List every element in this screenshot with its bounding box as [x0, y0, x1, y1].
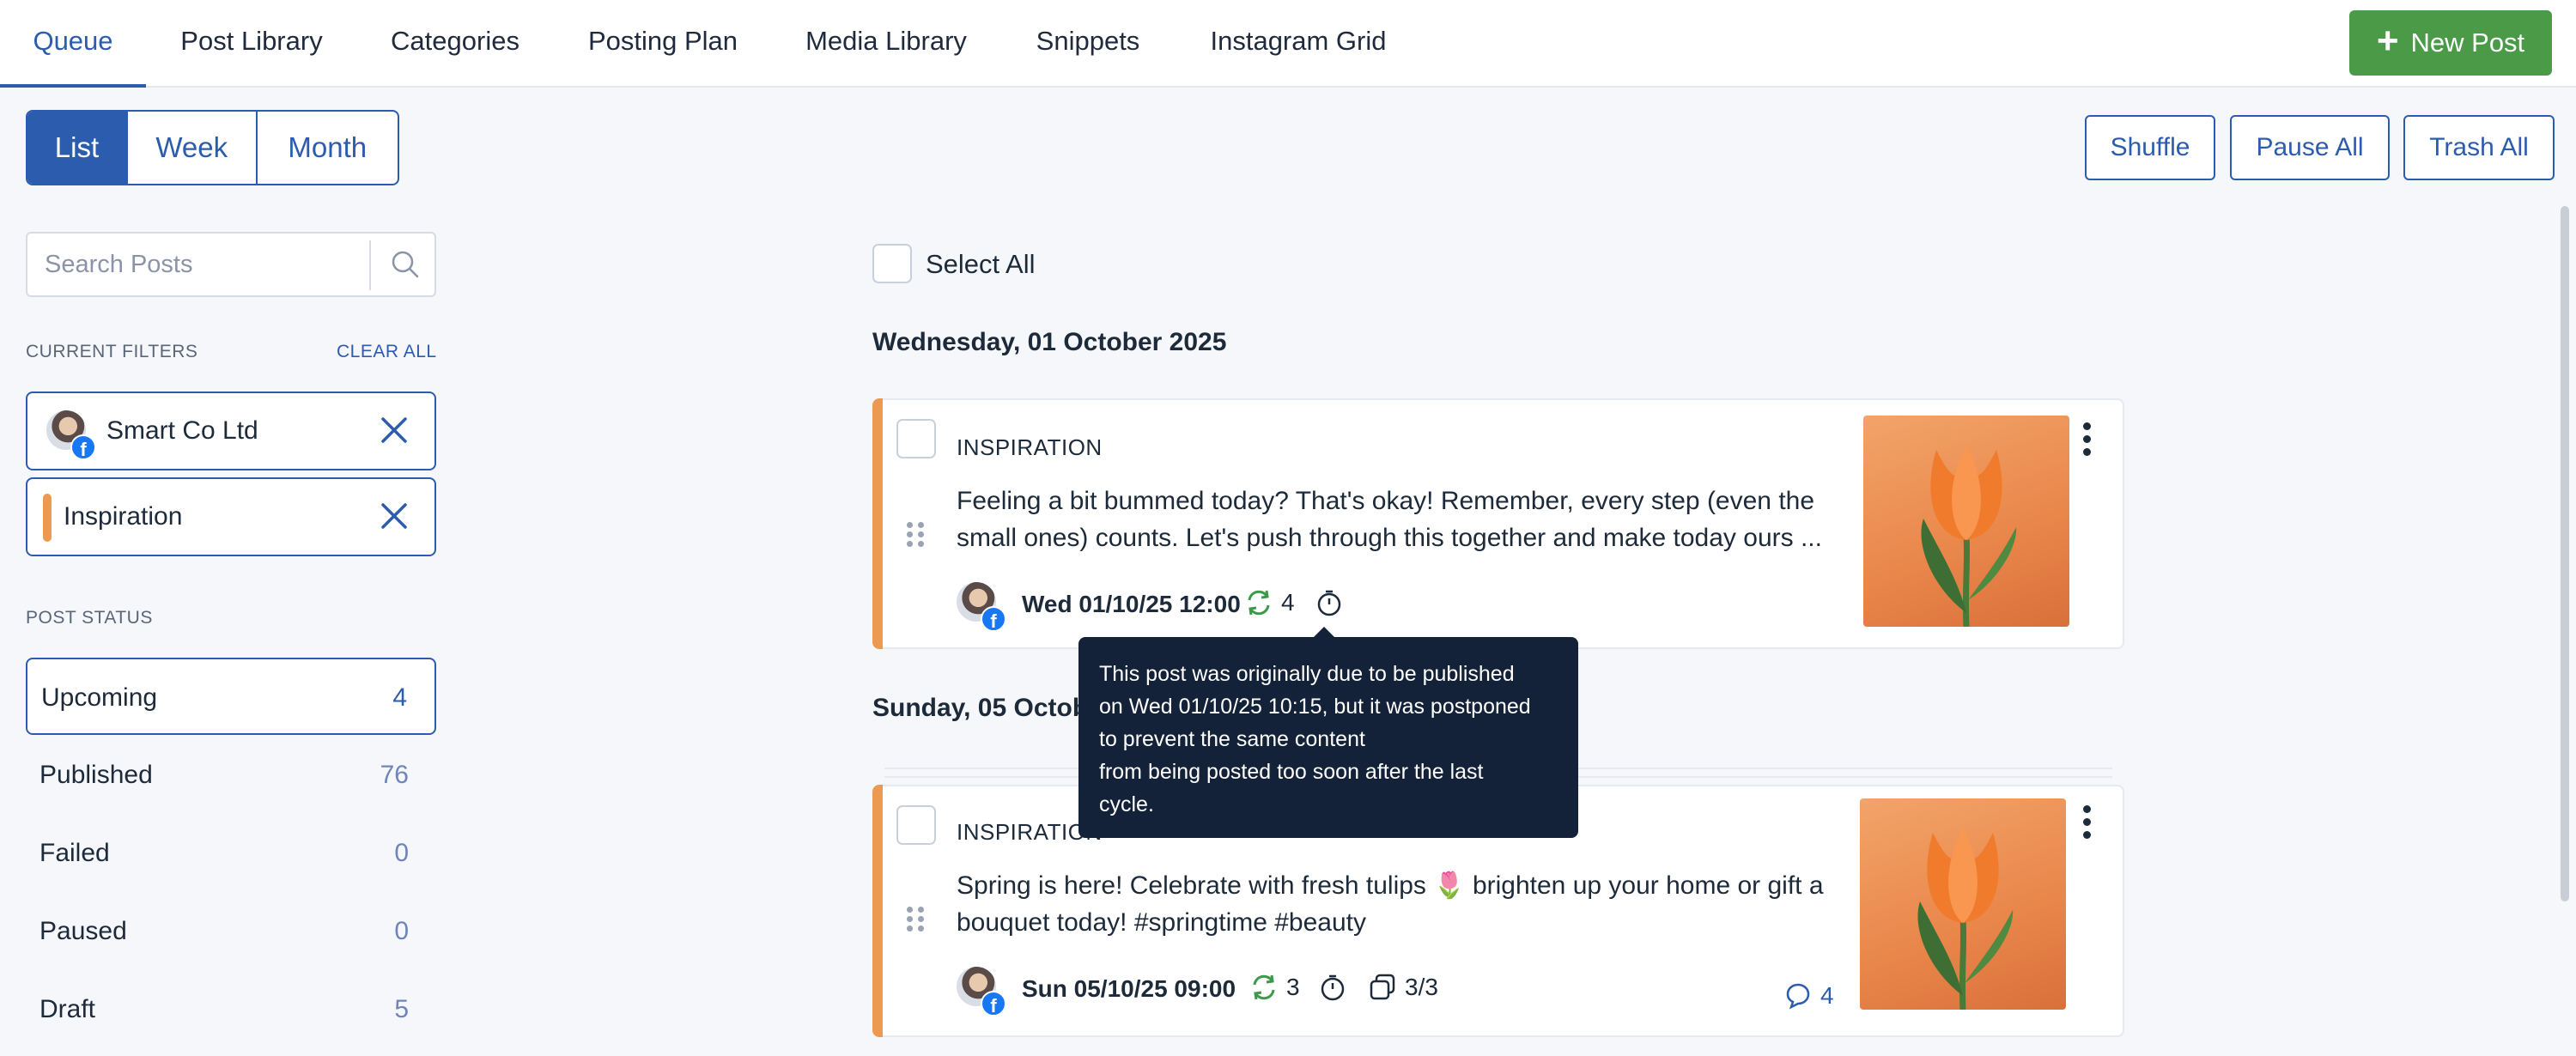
- copy-icon: [1370, 974, 1395, 1000]
- comments-count[interactable]: 4: [1783, 980, 1834, 1011]
- tab-instagram-grid[interactable]: Instagram Grid: [1199, 0, 1398, 88]
- search-input[interactable]: [45, 234, 371, 295]
- post-image[interactable]: [1860, 798, 2066, 1010]
- facebook-avatar-icon: f: [46, 410, 96, 460]
- tab-post-library[interactable]: Post Library: [170, 0, 333, 88]
- drag-handle-icon[interactable]: [907, 907, 926, 932]
- search-icon[interactable]: [388, 247, 422, 282]
- status-count: 0: [394, 839, 409, 867]
- status-name: Paused: [39, 917, 127, 945]
- post-checkbox[interactable]: [896, 419, 936, 458]
- search-box: [26, 232, 436, 297]
- status-name: Upcoming: [41, 683, 158, 712]
- tab-snippets[interactable]: Snippets: [1027, 0, 1149, 88]
- clear-all-link[interactable]: CLEAR ALL: [337, 342, 437, 362]
- tooltip-arrow: [1312, 627, 1336, 639]
- post-category: INSPIRATION: [957, 434, 1103, 460]
- shuffle-button[interactable]: Shuffle: [2085, 115, 2215, 180]
- status-published[interactable]: Published 76: [26, 737, 436, 814]
- repeat-count[interactable]: 3: [1249, 972, 1300, 1003]
- variations-count[interactable]: 3/3: [1367, 972, 1438, 1003]
- tooltip-line: cycle.: [1099, 792, 1154, 816]
- trash-all-button[interactable]: Trash All: [2403, 115, 2555, 180]
- date-heading: Sunday, 05 Octob: [872, 694, 1089, 722]
- post-datetime: Sun 05/10/25 09:00: [1022, 975, 1236, 1002]
- close-icon[interactable]: [378, 414, 410, 446]
- post-menu-icon[interactable]: [2078, 805, 2095, 844]
- status-paused[interactable]: Paused 0: [26, 893, 436, 970]
- date-heading: Wednesday, 01 October 2025: [872, 328, 1227, 356]
- post-menu-icon[interactable]: [2078, 422, 2095, 461]
- view-list-button[interactable]: List: [27, 112, 128, 184]
- pause-all-button[interactable]: Pause All: [2230, 115, 2390, 180]
- tooltip-line: on Wed 01/10/25 10:15, but it was postpo…: [1099, 695, 1531, 719]
- status-upcoming[interactable]: Upcoming 4: [26, 658, 436, 735]
- tooltip-line: to prevent the same content: [1099, 727, 1365, 751]
- status-name: Failed: [39, 839, 110, 867]
- filter-chip-label: Smart Co Ltd: [106, 416, 258, 445]
- post-text: Feeling a bit bummed today? That's okay!…: [957, 487, 1822, 552]
- post-checkbox[interactable]: [896, 805, 936, 845]
- drag-handle-icon[interactable]: [907, 522, 926, 548]
- new-post-button[interactable]: + New Post: [2349, 10, 2552, 76]
- post-card[interactable]: INSPIRATION Feeling a bit bummed today? …: [872, 398, 2124, 649]
- status-count: 76: [380, 761, 409, 789]
- category-color-bar: [43, 494, 52, 542]
- status-name: Published: [39, 761, 153, 789]
- tooltip-line: from being posted too soon after the las…: [1099, 760, 1484, 784]
- post-status-label: POST STATUS: [26, 608, 153, 628]
- select-all-label: Select All: [926, 249, 1036, 279]
- view-toggle: List Week Month: [26, 110, 399, 185]
- new-post-label: New Post: [2410, 27, 2525, 58]
- postponed-tooltip: This post was originally due to be publi…: [1078, 627, 1578, 838]
- view-week-button[interactable]: Week: [128, 112, 258, 184]
- view-month-button[interactable]: Month: [258, 112, 398, 184]
- tab-posting-plan[interactable]: Posting Plan: [580, 0, 745, 88]
- plus-icon: +: [2376, 20, 2399, 62]
- repeat-count-value: 3: [1286, 974, 1300, 1000]
- status-count: 0: [394, 917, 409, 945]
- category-accent: [872, 398, 883, 649]
- variations-value: 3/3: [1405, 974, 1438, 1000]
- top-nav: Queue Post Library Categories Posting Pl…: [0, 0, 2576, 88]
- scrollbar[interactable]: [2561, 206, 2569, 901]
- status-count: 5: [394, 995, 409, 1023]
- post-image[interactable]: [1863, 416, 2069, 627]
- tab-media-library[interactable]: Media Library: [797, 0, 975, 88]
- search-divider: [369, 240, 371, 290]
- comment-icon: [1786, 983, 1810, 1010]
- tab-queue[interactable]: Queue: [0, 0, 146, 88]
- filter-chip-category: Inspiration: [26, 477, 436, 556]
- repeat-icon: [1253, 974, 1275, 1000]
- repeat-count-value: 4: [1281, 589, 1295, 616]
- comments-value: 4: [1820, 982, 1834, 1009]
- post-text: Spring is here! Celebrate with fresh tul…: [957, 871, 1824, 937]
- close-icon[interactable]: [378, 500, 410, 532]
- facebook-avatar-icon: f: [957, 967, 1006, 1017]
- repeat-count[interactable]: 4: [1243, 587, 1295, 618]
- select-all-checkbox[interactable]: [872, 244, 912, 283]
- facebook-avatar-icon: f: [957, 582, 1006, 632]
- status-name: Draft: [39, 995, 96, 1023]
- filter-chip-account: f Smart Co Ltd: [26, 391, 436, 470]
- timer-icon[interactable]: [1314, 587, 1345, 618]
- status-failed[interactable]: Failed 0: [26, 815, 436, 892]
- filter-chip-label: Inspiration: [64, 502, 183, 531]
- timer-icon[interactable]: [1317, 972, 1348, 1003]
- category-accent: [872, 785, 883, 1037]
- status-count: 4: [392, 683, 407, 712]
- tooltip-line: This post was originally due to be publi…: [1099, 662, 1515, 686]
- repeat-icon: [1248, 590, 1270, 616]
- tab-categories[interactable]: Categories: [380, 0, 531, 88]
- status-draft[interactable]: Draft 5: [26, 971, 436, 1048]
- post-datetime: Wed 01/10/25 12:00: [1022, 591, 1241, 617]
- current-filters-label: CURRENT FILTERS: [26, 342, 198, 361]
